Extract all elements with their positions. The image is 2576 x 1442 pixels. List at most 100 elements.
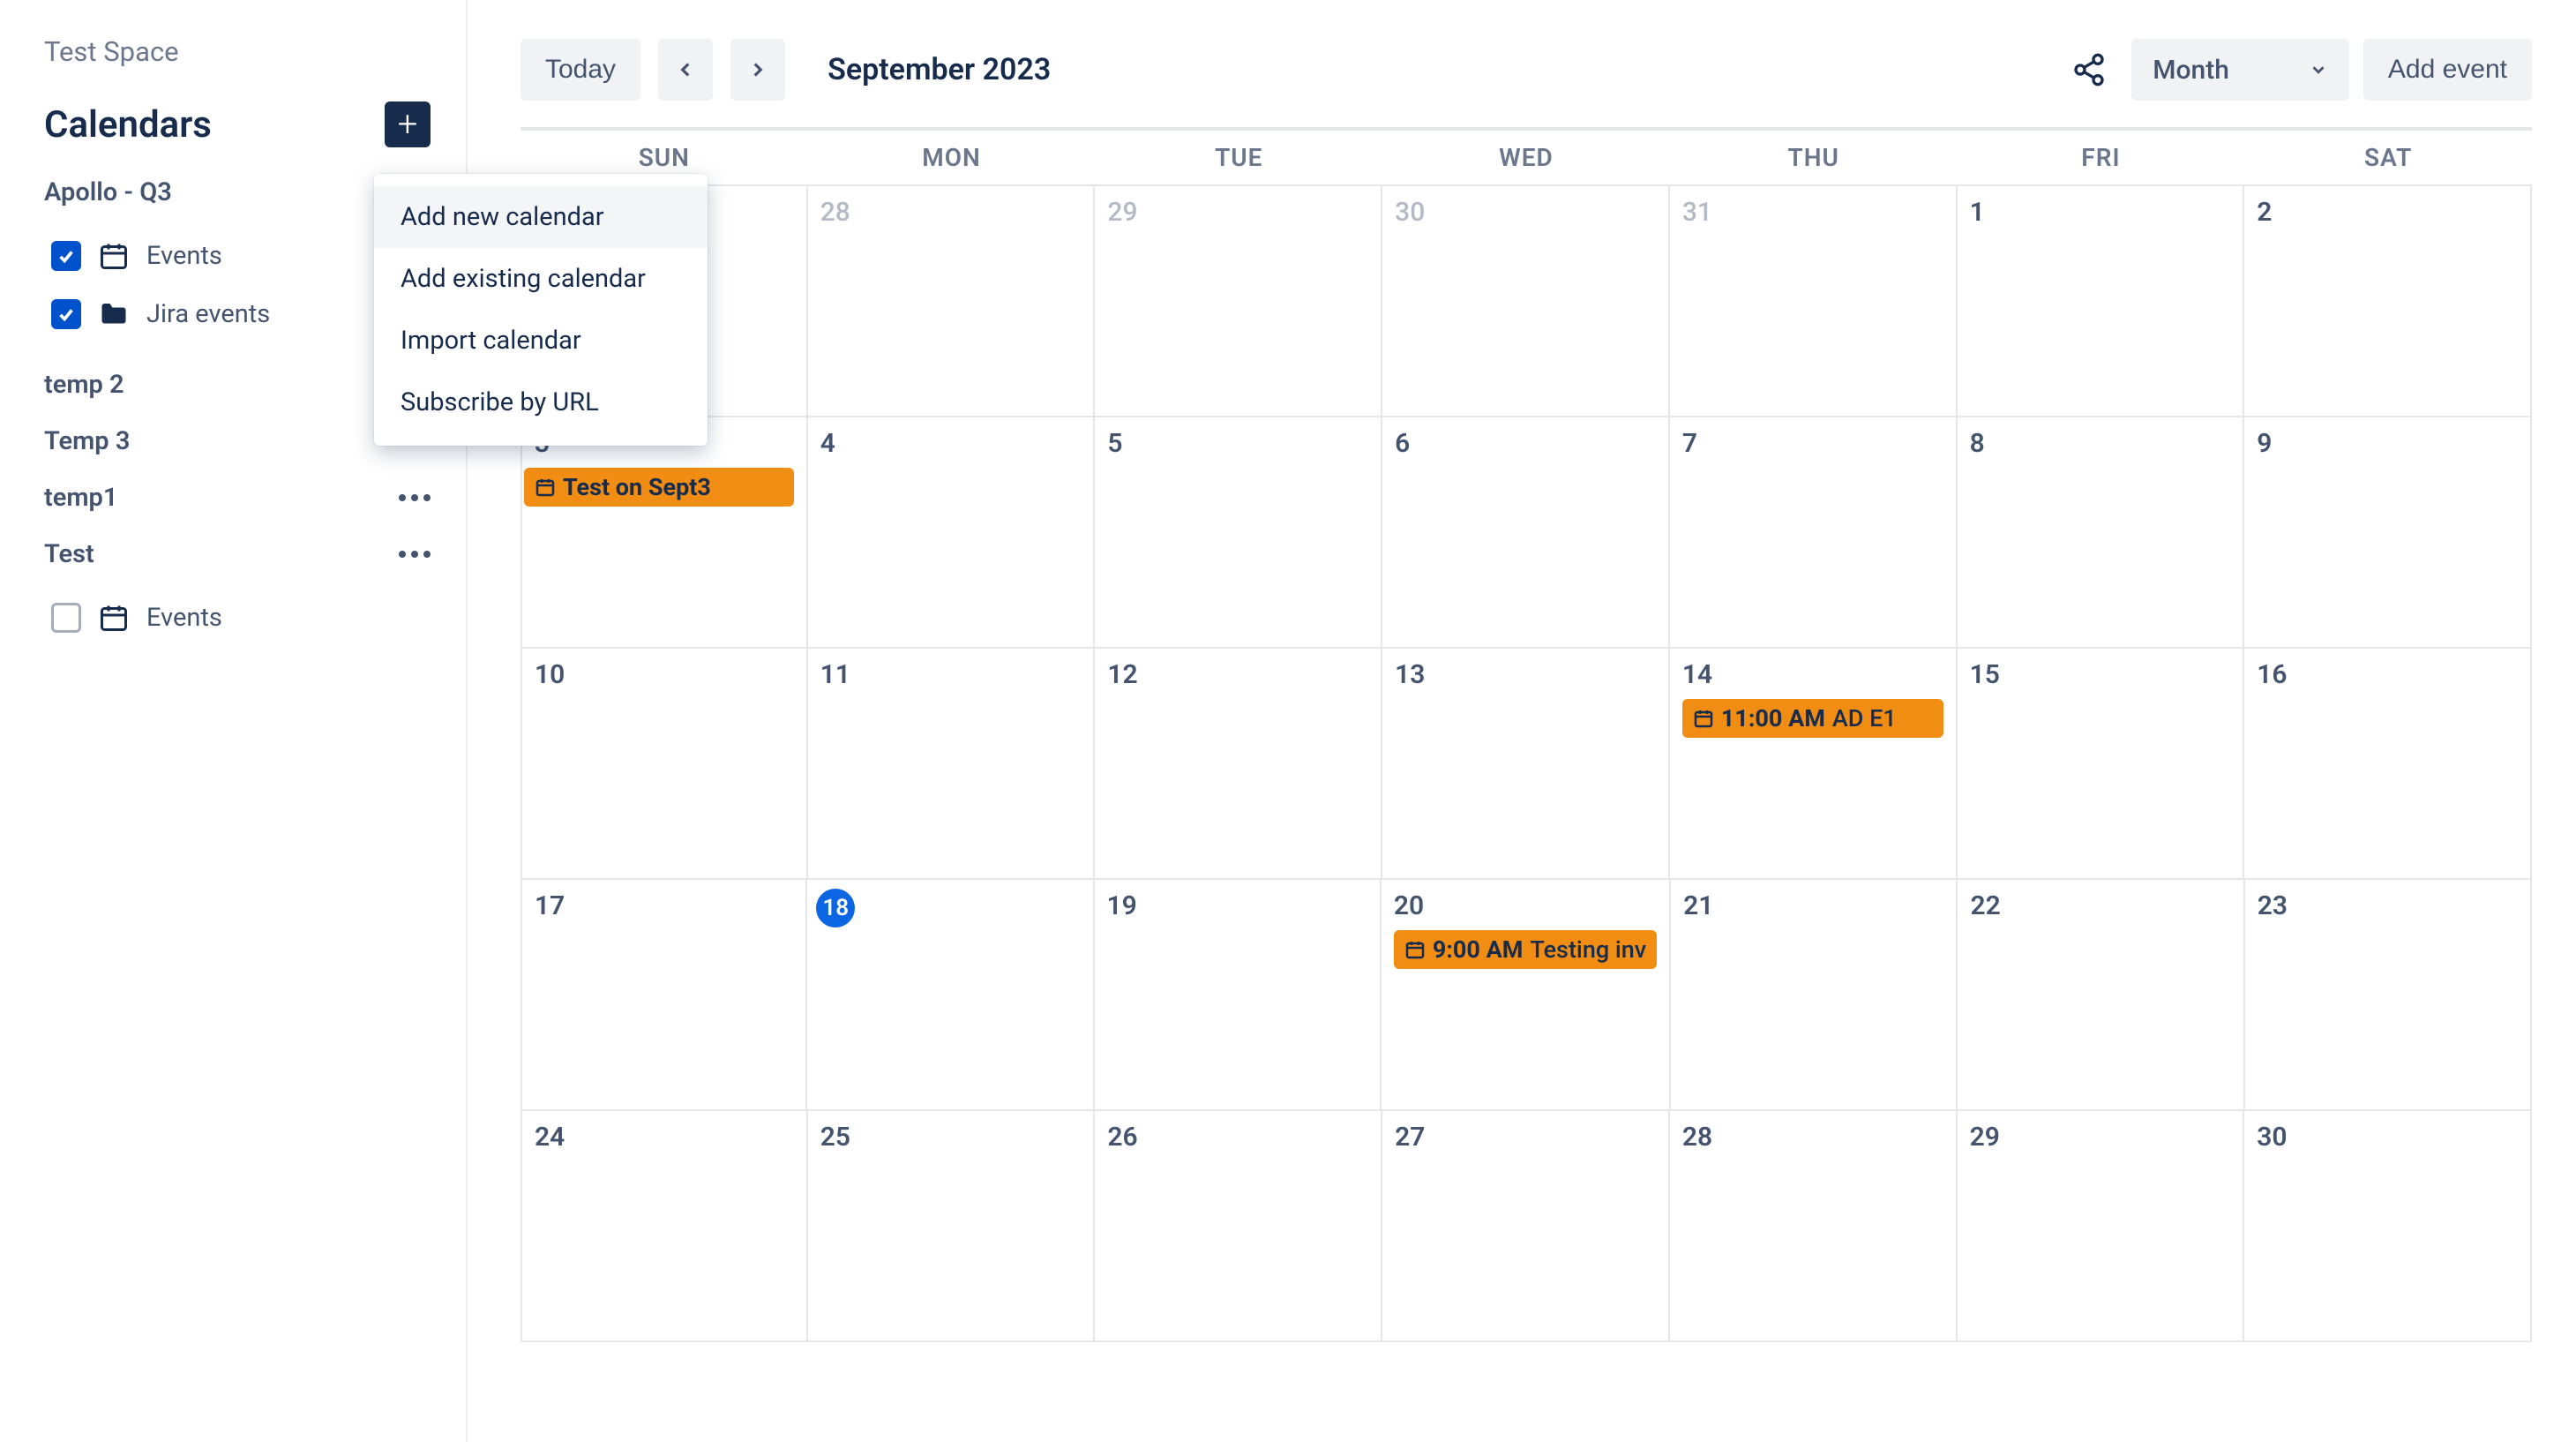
day-number: 1 [1970, 197, 2231, 228]
calendar-checkbox[interactable] [51, 299, 81, 329]
calendar-icon [97, 239, 131, 273]
calendar-checkbox[interactable] [51, 241, 81, 271]
day-number: 6 [1395, 428, 1656, 459]
calendar-item-label: Events [146, 603, 222, 633]
chevron-left-icon [674, 58, 697, 81]
day-number: 4 [820, 428, 1082, 459]
day-cell[interactable]: 30 [1382, 186, 1670, 417]
week-row: 1011121314 11:00 AM AD E11516 [520, 649, 2532, 880]
calendar-group-0[interactable]: Apollo - Q3 [44, 177, 431, 207]
day-cell[interactable]: 29 [1958, 1111, 2245, 1342]
day-number: 10 [535, 659, 794, 690]
event-chip[interactable]: 9:00 AM Testing inv [1394, 930, 1657, 969]
day-cell[interactable]: 3 Test on Sept3 [520, 417, 808, 649]
calendar-checkbox[interactable] [51, 603, 81, 633]
day-cell[interactable]: 18 [807, 880, 1094, 1111]
day-cell[interactable]: 29 [1095, 186, 1382, 417]
day-number: 17 [535, 890, 793, 921]
calendar-item[interactable]: Events [44, 227, 431, 285]
day-cell[interactable]: 20 9:00 AM Testing inv [1382, 880, 1671, 1111]
day-cell[interactable]: 15 [1958, 649, 2245, 880]
day-cell[interactable]: 6 [1382, 417, 1670, 649]
today-button[interactable]: Today [520, 39, 640, 101]
calendar-toolbar: Today September 2023 Month [520, 26, 2532, 127]
plus-icon: + [398, 107, 418, 142]
day-cell[interactable]: 28 [808, 186, 1096, 417]
add-event-button[interactable]: Add event [2363, 39, 2532, 101]
prev-month-button[interactable] [658, 39, 713, 101]
dropdown-item-2[interactable]: Import calendar [374, 310, 708, 372]
day-number: 30 [1395, 197, 1656, 228]
day-number: 2 [2257, 197, 2518, 228]
day-number: 31 [1682, 197, 1943, 228]
day-number: 25 [820, 1122, 1082, 1153]
day-cell[interactable]: 23 [2245, 880, 2532, 1111]
day-cell[interactable]: 7 [1670, 417, 1958, 649]
add-calendar-button[interactable]: + [385, 101, 431, 147]
day-cell[interactable]: 31 [1670, 186, 1958, 417]
day-cell[interactable]: 5 [1095, 417, 1382, 649]
calendar-item-label: Events [146, 241, 222, 271]
day-cell[interactable]: 16 [2244, 649, 2532, 880]
week-row: 3 Test on Sept3 456789 [520, 417, 2532, 649]
day-cell[interactable]: 30 [2244, 1111, 2532, 1342]
day-cell[interactable]: 2 [2244, 186, 2532, 417]
more-actions-button[interactable] [399, 551, 431, 558]
calendar-group-1[interactable]: temp 2 [44, 370, 431, 400]
event-chip[interactable]: Test on Sept3 [524, 468, 794, 507]
day-cell[interactable]: 21 [1671, 880, 1958, 1111]
day-number: 30 [2257, 1122, 2518, 1153]
day-cell[interactable]: 25 [808, 1111, 1096, 1342]
weekday-header: MON [808, 131, 1096, 184]
calendar-item[interactable]: Jira events [44, 285, 431, 343]
event-time: 9:00 AM [1433, 935, 1524, 964]
day-cell[interactable]: 19 [1095, 880, 1382, 1111]
calendar-group-label: Temp 3 [44, 426, 130, 456]
day-cell[interactable]: 28 [1670, 1111, 1958, 1342]
week-row: 24 25 2627 28 29 30 [520, 1111, 2532, 1342]
next-month-button[interactable] [730, 39, 785, 101]
main-content: Add new calendarAdd existing calendarImp… [468, 0, 2576, 1442]
day-cell[interactable]: 26 [1095, 1111, 1382, 1342]
breadcrumb[interactable]: Test Space [44, 35, 431, 68]
day-number: 28 [820, 197, 1082, 228]
share-icon [2071, 52, 2107, 87]
day-cell[interactable]: 12 [1095, 649, 1382, 880]
calendar-item[interactable]: Events [44, 589, 431, 647]
day-number: 14 [1682, 659, 1943, 690]
day-cell[interactable]: 9 [2244, 417, 2532, 649]
day-cell[interactable]: 17 [520, 880, 807, 1111]
day-cell[interactable]: 4 [808, 417, 1096, 649]
day-cell[interactable]: 14 11:00 AM AD E1 [1670, 649, 1958, 880]
add-calendar-dropdown: Add new calendarAdd existing calendarImp… [374, 174, 708, 446]
dropdown-item-1[interactable]: Add existing calendar [374, 248, 708, 310]
event-chip[interactable]: 11:00 AM AD E1 [1682, 699, 1943, 738]
calendar-group-label: Test [44, 539, 94, 569]
calendar-group-4[interactable]: Test [44, 539, 431, 569]
week-row: 17 18 1920 9:00 AM Testing inv212223 [520, 880, 2532, 1111]
calendar-group-3[interactable]: temp1 [44, 483, 431, 513]
day-cell[interactable]: 27 [1382, 1111, 1670, 1342]
view-mode-select[interactable]: Month [2131, 39, 2349, 101]
day-cell[interactable]: 13 [1382, 649, 1670, 880]
dropdown-item-0[interactable]: Add new calendar [374, 186, 708, 248]
day-number: 18 [816, 889, 855, 928]
day-cell[interactable]: 22 [1958, 880, 2244, 1111]
day-number: 28 [1682, 1122, 1943, 1153]
folder-icon [97, 297, 131, 331]
day-cell[interactable]: 24 [520, 1111, 808, 1342]
more-actions-button[interactable] [399, 494, 431, 501]
day-number: 11 [820, 659, 1082, 690]
day-number: 16 [2257, 659, 2518, 690]
share-button[interactable] [2061, 39, 2117, 101]
weekday-header: FRI [1958, 131, 2245, 184]
calendar-group-2[interactable]: Temp 3 [44, 426, 431, 456]
day-cell[interactable]: 11 [808, 649, 1096, 880]
event-title: Test on Sept3 [563, 473, 711, 501]
day-cell[interactable]: 10 [520, 649, 808, 880]
day-cell[interactable]: 1 [1958, 186, 2245, 417]
day-number: 29 [1107, 197, 1368, 228]
day-cell[interactable]: 8 [1958, 417, 2245, 649]
dropdown-item-3[interactable]: Subscribe by URL [374, 372, 708, 433]
day-number: 13 [1395, 659, 1656, 690]
